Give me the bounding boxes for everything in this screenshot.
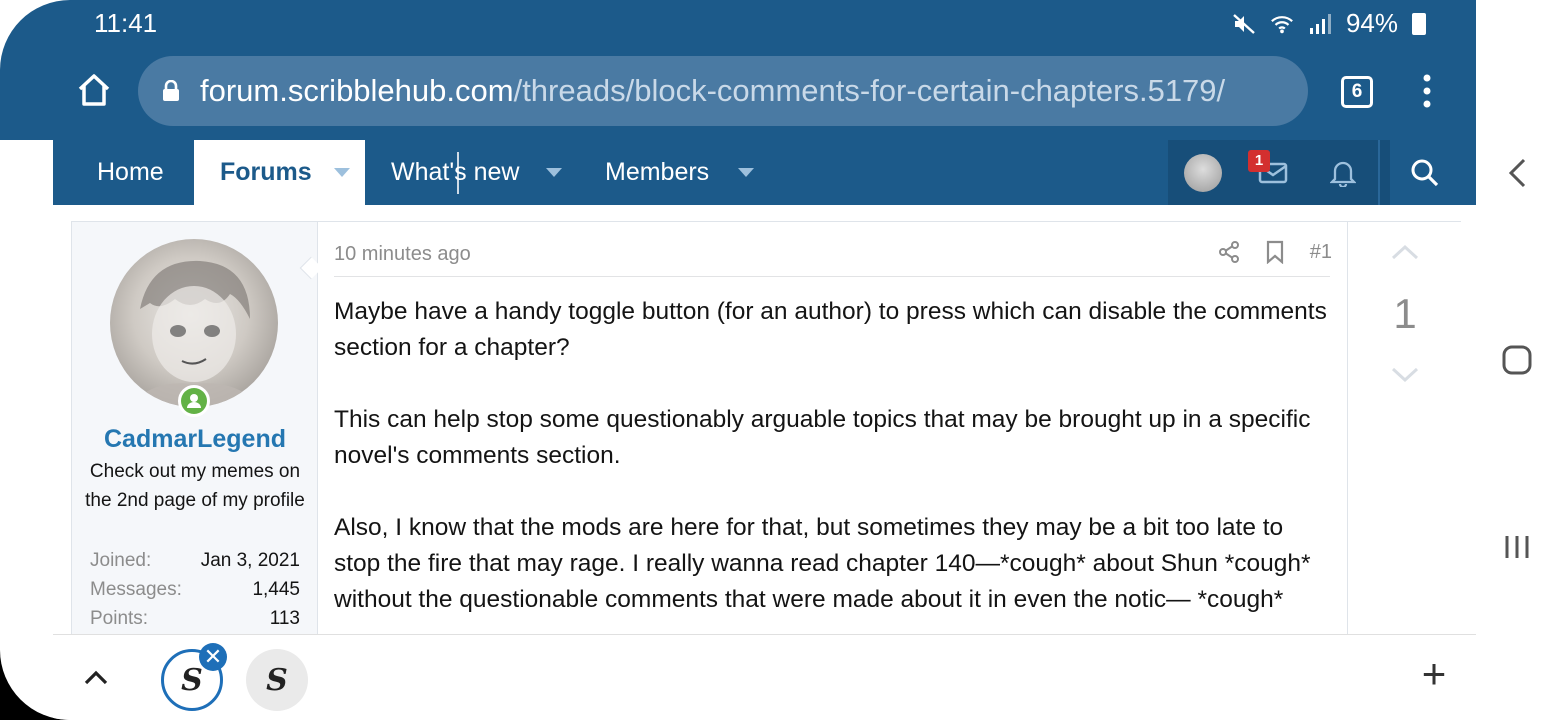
stat-label: Messages:: [90, 579, 182, 600]
stat-messages: Messages: 1,445: [90, 579, 300, 601]
status-icons: 94%: [1232, 8, 1426, 39]
post-paragraph: Maybe have a handy toggle button (for an…: [334, 298, 1327, 361]
tab-switcher-button[interactable]: 6: [1341, 76, 1373, 108]
post-arrow: [299, 256, 323, 280]
vote-count: 1: [1393, 290, 1417, 337]
avatar: [1184, 153, 1222, 192]
avatar-drawing: [130, 260, 260, 407]
address-bar[interactable]: forum.scribblehub.com/threads/block-comm…: [138, 56, 1308, 126]
recents-icon[interactable]: [1504, 534, 1530, 560]
nav-divider: [1378, 140, 1380, 205]
new-tab-button[interactable]: +: [1417, 653, 1451, 695]
bell-icon: [1330, 161, 1356, 187]
stat-value: 113: [269, 608, 300, 629]
url-host: forum.scribblehub.com: [200, 73, 514, 108]
overflow-menu-icon[interactable]: [1420, 74, 1434, 108]
url-path: /threads/block-comments-for-certain-chap…: [513, 73, 1226, 108]
nav-forums-label: Forums: [220, 158, 312, 186]
nav-members[interactable]: Members: [605, 140, 709, 205]
close-tab-button[interactable]: ✕: [199, 643, 227, 671]
home-nav-icon[interactable]: [1502, 345, 1532, 375]
back-icon[interactable]: [1506, 158, 1530, 188]
nav-forums[interactable]: Forums: [194, 140, 459, 205]
android-navigation-bar: [1476, 0, 1560, 720]
stat-joined: Joined: Jan 3, 2021: [90, 550, 300, 572]
mute-icon: [1233, 13, 1255, 34]
signal-icon: [1309, 13, 1331, 34]
alerts-button[interactable]: [1308, 140, 1378, 205]
search-button[interactable]: [1390, 140, 1460, 205]
stat-points: Points: 113: [90, 608, 300, 630]
stat-value: Jan 3, 2021: [200, 550, 300, 571]
user-title: Check out my memes on the 2nd page of my…: [85, 461, 305, 511]
forum-post: CadmarLegend Check out my memes on the 2…: [71, 221, 1461, 682]
tab-strip: S ✕ S +: [53, 634, 1476, 720]
share-icon[interactable]: [1218, 241, 1240, 263]
username-link[interactable]: CadmarLegend: [72, 425, 318, 454]
scribblehub-favicon-icon: S: [266, 662, 288, 698]
battery-percent: 94%: [1345, 8, 1398, 38]
post-paragraph: Also, I know that the mods are here for …: [334, 514, 1311, 613]
downvote-icon[interactable]: [1391, 367, 1419, 383]
post-paragraph: This can help stop some questionably arg…: [334, 406, 1311, 469]
url-text: forum.scribblehub.com/threads/block-comm…: [200, 73, 1225, 109]
mail-badge: 1: [1248, 150, 1270, 172]
online-status-indicator: [178, 385, 210, 417]
phone-screen: 11:41 94% forum.scribblehub.com/threads/…: [0, 0, 1476, 720]
upvote-icon[interactable]: [1391, 244, 1419, 260]
tab-scribblehub[interactable]: S: [246, 649, 308, 711]
home-icon[interactable]: [76, 72, 112, 108]
post-actions: #1: [1218, 240, 1332, 264]
nav-home[interactable]: Home: [97, 140, 164, 205]
post-number[interactable]: #1: [1310, 241, 1332, 264]
battery-icon: [1412, 12, 1426, 35]
stat-value: 1,445: [252, 579, 300, 600]
user-avatar[interactable]: [110, 239, 278, 407]
nav-whats-new[interactable]: What's new: [391, 140, 519, 205]
wifi-icon: [1271, 15, 1293, 33]
search-icon: [1411, 159, 1439, 186]
post-date[interactable]: 10 minutes ago: [334, 243, 471, 266]
account-button[interactable]: [1168, 140, 1238, 205]
forums-dropdown-icon[interactable]: [334, 168, 350, 177]
user-online-icon: [187, 394, 201, 408]
members-dropdown-icon[interactable]: [738, 168, 754, 177]
stat-label: Points:: [90, 608, 149, 629]
stat-label: Joined:: [90, 550, 152, 571]
divider: [334, 276, 1330, 277]
post-main: 10 minutes ago #1 Maybe have a handy tog…: [334, 222, 1334, 682]
browser-toolbar: 11:41 94% forum.scribblehub.com/threads/…: [0, 0, 1476, 140]
chevron-up-icon[interactable]: [81, 663, 111, 693]
bookmark-icon[interactable]: [1266, 240, 1284, 264]
post-body: Maybe have a handy toggle button (for an…: [334, 294, 1334, 654]
whats-new-dropdown-icon[interactable]: [546, 168, 562, 177]
status-time: 11:41: [94, 8, 158, 38]
lock-icon: [163, 80, 179, 101]
vote-column: 1: [1347, 222, 1461, 682]
post-user-info: CadmarLegend Check out my memes on the 2…: [72, 222, 323, 682]
scribblehub-favicon-icon: S: [181, 662, 203, 698]
